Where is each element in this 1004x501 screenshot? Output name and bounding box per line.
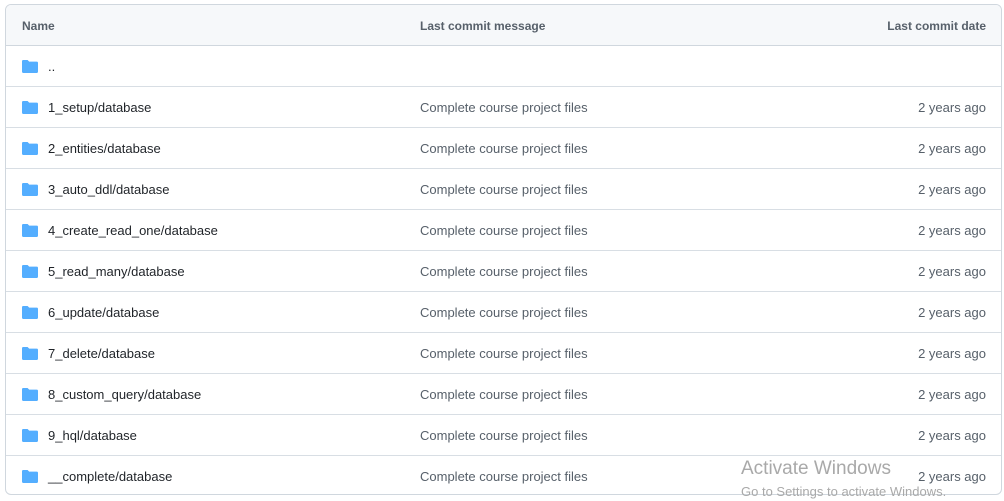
commit-message-link[interactable]: Complete course project files [420,264,588,279]
file-table: Name Last commit message Last commit dat… [5,4,1002,495]
table-row[interactable]: 9_hql/database Complete course project fi… [6,415,1001,456]
commit-message-link[interactable]: Complete course project files [420,223,588,238]
folder-icon [22,429,38,442]
commit-date: 2 years ago [918,182,986,197]
directory-link[interactable]: __complete/database [48,469,172,484]
table-row[interactable]: 8_custom_query/database Complete course p… [6,374,1001,415]
folder-icon [22,388,38,401]
commit-date: 2 years ago [918,387,986,402]
directory-link[interactable]: 2_entities/database [48,141,161,156]
directory-link[interactable]: 4_create_read_one/database [48,223,218,238]
folder-icon [22,224,38,237]
table-row[interactable]: 1_setup/database Complete course project … [6,87,1001,128]
directory-link[interactable]: 3_auto_ddl/database [48,182,169,197]
directory-link[interactable]: 6_update/database [48,305,159,320]
folder-icon [22,142,38,155]
folder-icon [22,470,38,483]
commit-message-link[interactable]: Complete course project files [420,141,588,156]
header-name: Name [22,19,55,33]
commit-message-link[interactable]: Complete course project files [420,469,588,484]
directory-link[interactable]: 1_setup/database [48,100,151,115]
commit-message-link[interactable]: Complete course project files [420,305,588,320]
commit-date: 2 years ago [918,428,986,443]
table-row[interactable]: 3_auto_ddl/database Complete course proje… [6,169,1001,210]
commit-message-link[interactable]: Complete course project files [420,387,588,402]
file-rows: 1_setup/database Complete course project … [6,87,1001,494]
folder-icon [22,101,38,114]
header-last-commit-date: Last commit date [887,19,986,33]
commit-date: 2 years ago [918,141,986,156]
table-row[interactable]: 2_entities/database Complete course proje… [6,128,1001,169]
parent-directory-row[interactable]: .. [6,46,1001,87]
commit-date: 2 years ago [918,100,986,115]
directory-link[interactable]: 7_delete/database [48,346,155,361]
table-row[interactable]: 5_read_many/database Complete course proj… [6,251,1001,292]
commit-date: 2 years ago [918,469,986,484]
commit-date: 2 years ago [918,264,986,279]
commit-date: 2 years ago [918,305,986,320]
table-row[interactable]: 4_create_read_one/database Complete cours… [6,210,1001,251]
commit-message-link[interactable]: Complete course project files [420,346,588,361]
table-row[interactable]: 6_update/database Complete course project… [6,292,1001,333]
header-last-commit-message: Last commit message [420,19,546,33]
folder-icon [22,60,38,73]
commit-message-link[interactable]: Complete course project files [420,182,588,197]
table-row[interactable]: __complete/database Complete course proje… [6,456,1001,494]
folder-icon [22,265,38,278]
directory-link[interactable]: 9_hql/database [48,428,137,443]
folder-icon [22,306,38,319]
folder-icon [22,347,38,360]
table-header: Name Last commit message Last commit dat… [6,5,1001,46]
directory-link[interactable]: 8_custom_query/database [48,387,201,402]
commit-date: 2 years ago [918,346,986,361]
commit-date: 2 years ago [918,223,986,238]
parent-directory-link[interactable]: .. [48,59,55,74]
table-row[interactable]: 7_delete/database Complete course project… [6,333,1001,374]
commit-message-link[interactable]: Complete course project files [420,428,588,443]
directory-link[interactable]: 5_read_many/database [48,264,185,279]
commit-message-link[interactable]: Complete course project files [420,100,588,115]
folder-icon [22,183,38,196]
